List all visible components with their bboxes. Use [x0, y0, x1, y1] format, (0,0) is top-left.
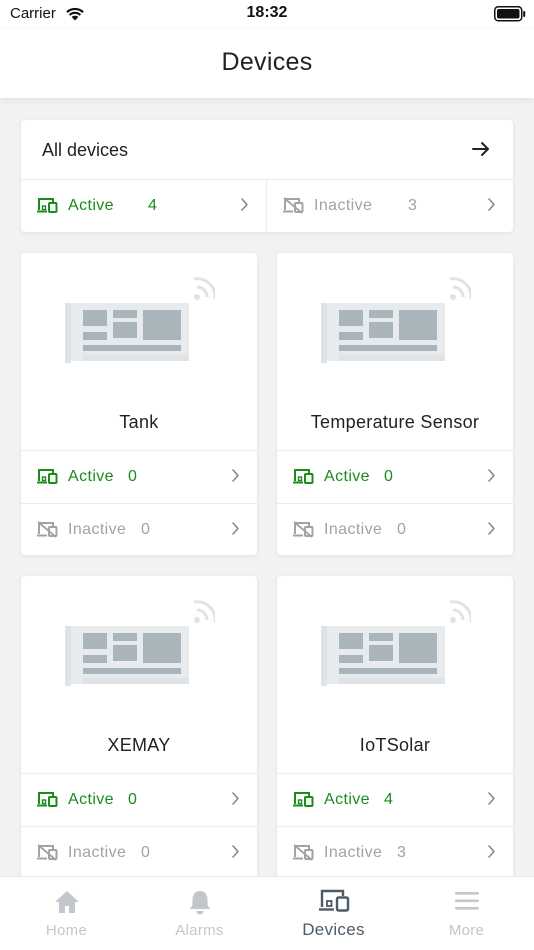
- device-type-name: Temperature Sensor: [310, 412, 480, 432]
- tab-home[interactable]: Home: [0, 877, 133, 950]
- inactive-label: Inactive: [314, 197, 373, 214]
- tab-label: Devices: [302, 920, 365, 939]
- device-type-inactive-row[interactable]: Inactive 0: [21, 503, 257, 555]
- inactive-label: Inactive: [324, 844, 383, 861]
- device-illustration-icon: [63, 277, 217, 378]
- device-active-icon: [36, 197, 58, 219]
- home-icon: [0, 889, 133, 920]
- device-active-icon: [36, 468, 58, 490]
- all-devices-header[interactable]: All devices: [21, 120, 513, 180]
- inactive-count: 3: [397, 844, 406, 861]
- all-devices-card: All devices Active 4 Inactive 3: [21, 120, 513, 232]
- inactive-label: Inactive: [68, 844, 127, 861]
- chevron-right-icon: [231, 521, 240, 541]
- inactive-count: 0: [141, 521, 150, 538]
- battery-icon: [494, 6, 526, 27]
- device-type-inactive-row[interactable]: Inactive 3: [277, 826, 513, 876]
- active-count: 0: [128, 468, 137, 485]
- device-type-card-iotsolar[interactable]: IoTSolar Active 4 Inactive 3: [277, 576, 513, 876]
- menu-icon: [400, 889, 533, 918]
- device-type-active-row[interactable]: Active 0: [21, 450, 257, 503]
- all-devices-title: All devices: [42, 140, 129, 160]
- device-type-card-xemay[interactable]: XEMAY Active 0 Inactive 0: [21, 576, 257, 876]
- device-type-name: XEMAY: [107, 735, 171, 755]
- active-label: Active: [324, 791, 370, 808]
- devices-content[interactable]: All devices Active 4 Inactive 3 Tank Act…: [0, 98, 534, 876]
- tab-more[interactable]: More: [400, 877, 533, 950]
- status-bar: Carrier 18:32: [0, 0, 534, 30]
- nav-header: Devices: [0, 30, 534, 98]
- active-label: Active: [324, 468, 370, 485]
- device-inactive-icon: [282, 197, 304, 219]
- all-devices-active[interactable]: Active 4: [21, 180, 267, 232]
- device-type-card-tank[interactable]: Tank Active 0 Inactive 0: [21, 253, 257, 555]
- chevron-right-icon: [231, 468, 240, 488]
- clock: 18:32: [246, 4, 288, 21]
- device-type-inactive-row[interactable]: Inactive 0: [277, 503, 513, 555]
- inactive-count: 0: [141, 844, 150, 861]
- device-active-icon: [292, 468, 314, 490]
- device-inactive-icon: [292, 521, 314, 543]
- device-type-card-temperature-sensor[interactable]: Temperature Sensor Active 0 Inactive 0: [277, 253, 513, 555]
- device-inactive-icon: [36, 521, 58, 543]
- devices-icon: [267, 889, 400, 918]
- chevron-right-icon: [487, 521, 496, 541]
- device-illustration-icon: [319, 277, 473, 378]
- chevron-right-icon: [231, 791, 240, 811]
- chevron-right-icon: [487, 197, 496, 217]
- device-illustration-icon: [63, 600, 217, 701]
- inactive-label: Inactive: [68, 521, 127, 538]
- inactive-count: 0: [397, 521, 406, 538]
- tab-label: Alarms: [175, 922, 224, 939]
- device-type-active-row[interactable]: Active 0: [277, 450, 513, 503]
- device-type-name: Tank: [119, 412, 159, 432]
- arrow-right-icon[interactable]: [471, 139, 491, 164]
- chevron-right-icon: [487, 468, 496, 488]
- device-illustration-icon: [319, 600, 473, 701]
- chevron-right-icon: [240, 197, 249, 217]
- page-title: Devices: [221, 48, 313, 76]
- device-type-inactive-row[interactable]: Inactive 0: [21, 826, 257, 876]
- active-count: 0: [384, 468, 393, 485]
- device-inactive-icon: [36, 844, 58, 866]
- device-inactive-icon: [292, 844, 314, 866]
- device-type-name: IoTSolar: [359, 735, 431, 755]
- active-count: 4: [384, 791, 393, 808]
- bell-icon: [133, 889, 266, 922]
- chevron-right-icon: [231, 844, 240, 864]
- tab-alarms[interactable]: Alarms: [133, 877, 266, 950]
- device-type-active-row[interactable]: Active 4: [277, 773, 513, 826]
- tab-devices[interactable]: Devices: [267, 877, 400, 950]
- device-active-icon: [36, 791, 58, 813]
- active-label: Active: [68, 791, 114, 808]
- active-count: 0: [128, 791, 137, 808]
- chevron-right-icon: [487, 791, 496, 811]
- device-type-active-row[interactable]: Active 0: [21, 773, 257, 826]
- all-devices-inactive[interactable]: Inactive 3: [267, 180, 513, 232]
- active-label: Active: [68, 197, 114, 214]
- inactive-count: 3: [408, 197, 417, 214]
- tab-label: Home: [45, 922, 88, 939]
- inactive-label: Inactive: [324, 521, 383, 538]
- chevron-right-icon: [487, 844, 496, 864]
- device-active-icon: [292, 791, 314, 813]
- active-label: Active: [68, 468, 114, 485]
- tab-bar: Home Alarms Devices More: [0, 876, 534, 950]
- tab-label: More: [448, 922, 485, 939]
- active-count: 4: [148, 197, 157, 214]
